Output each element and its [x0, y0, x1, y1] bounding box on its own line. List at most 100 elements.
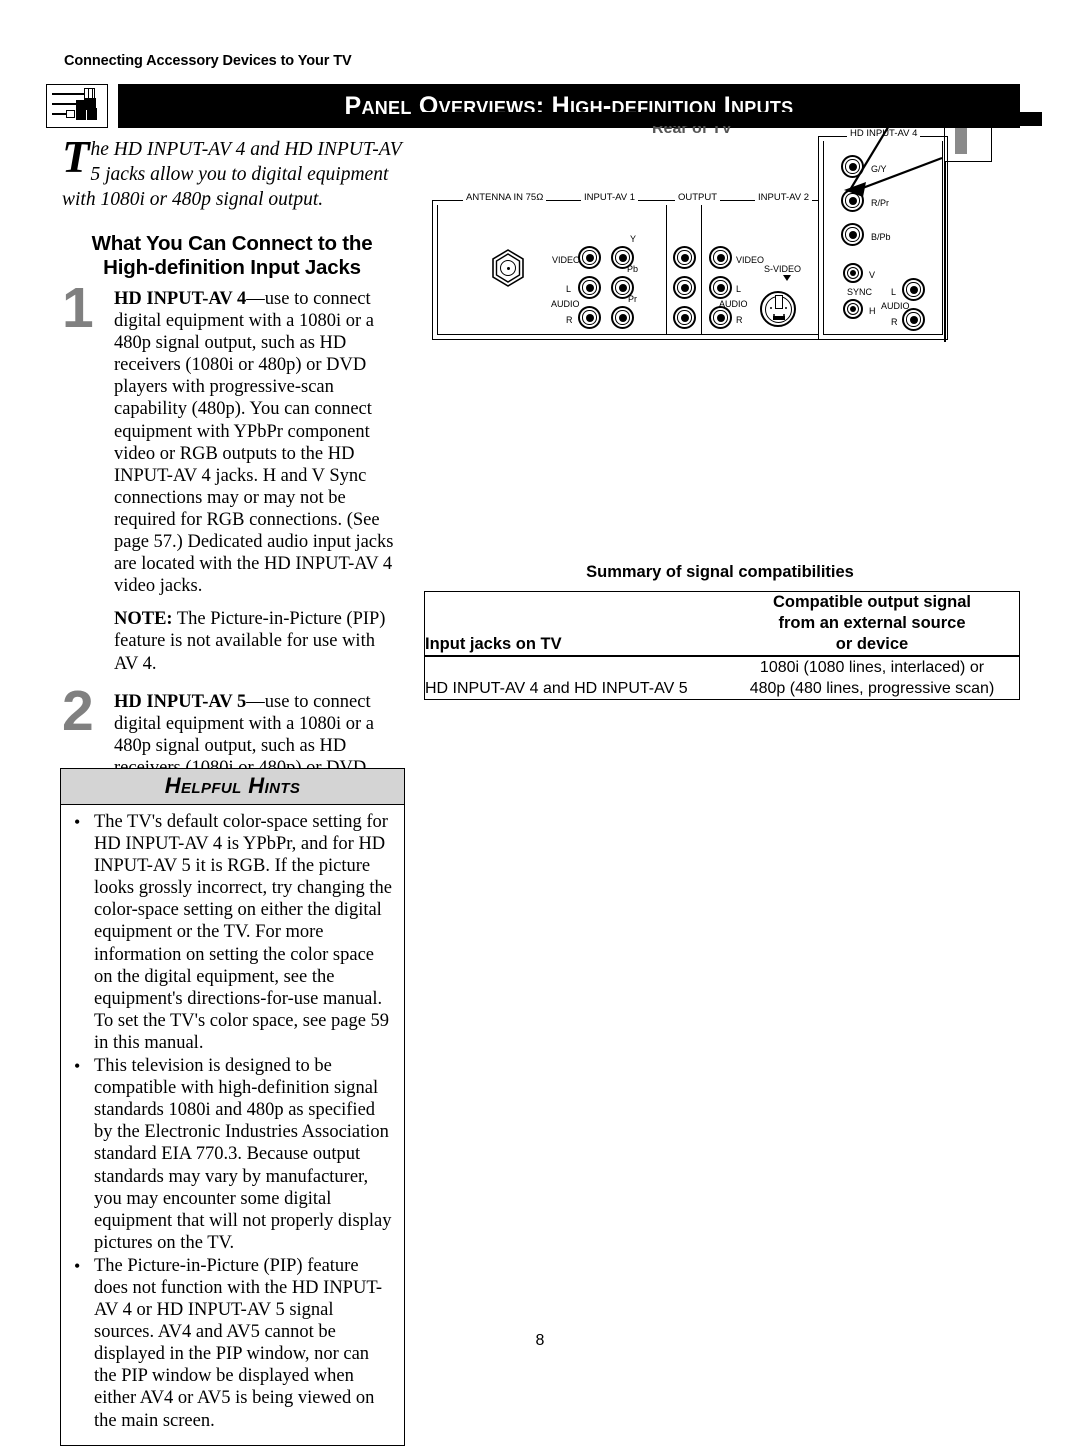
table-header-input-jacks: Input jacks on TV [424, 591, 725, 657]
svideo-arrow-icon [783, 275, 791, 281]
label-v: V [869, 270, 876, 280]
bullet-icon: • [74, 1255, 81, 1276]
rear-panel-diagram: Rear of TV ANTENNA IN 75Ω INPUT-AV 1 OUT… [418, 112, 1042, 368]
bullet-icon: • [74, 812, 81, 832]
table-header-row: Input jacks on TV Compatible output sign… [424, 591, 1020, 657]
page-number: 8 [535, 1332, 545, 1349]
section-heading-line2: High-definition Input Jacks [103, 256, 361, 279]
section-label-hd-av4: HD INPUT-AV 4 [847, 128, 921, 139]
signal-line-1: 1080i (1080 lines, interlaced) or [759, 659, 985, 676]
bullet-icon: • [74, 1056, 81, 1077]
jack-av1-audio-left [578, 276, 601, 299]
panel-divider [666, 205, 667, 335]
hint-item: • The TV's default color-space setting f… [71, 811, 392, 1054]
svideo-key [775, 295, 783, 309]
jack-output-video [673, 246, 696, 269]
label-rpr: R/Pr [871, 198, 889, 208]
label-left-av1: L [566, 284, 572, 294]
hint-item: • This television is designed to be comp… [71, 1055, 392, 1254]
signal-line-2: 480p (480 lines, progressive scan) [749, 680, 995, 697]
section-label-output: OUTPUT [675, 192, 721, 203]
section-heading-line1: What You Can Connect to the [91, 232, 373, 255]
section-label-input-av2: INPUT-AV 2 [755, 192, 813, 203]
label-audio-av4: AUDIO [881, 301, 910, 311]
jack-av2-video [709, 246, 732, 269]
jack-av4-rpr [841, 189, 864, 212]
signal-compatibility-table: Input jacks on TV Compatible output sign… [424, 591, 1020, 700]
hint-text: This television is designed to be compat… [94, 1056, 392, 1253]
table-row: HD INPUT-AV 4 and HD INPUT-AV 5 1080i (1… [425, 656, 1020, 700]
jack-av4-audio-right [902, 308, 925, 331]
table-cell-signal: 1080i (1080 lines, interlaced) or 480p (… [725, 656, 1020, 700]
step-note-1: NOTE: The Picture-in-Picture (PIP) featu… [114, 608, 402, 674]
cable-plug-open [66, 110, 75, 118]
step-text-1: —use to connect digital equipment with a… [114, 289, 394, 597]
jack-av4-hsync [843, 299, 863, 319]
jack-av4-gy [841, 155, 864, 178]
step-body-1: HD INPUT-AV 4—use to connect digital equ… [114, 288, 402, 597]
hint-text: The TV's default color-space setting for… [94, 812, 392, 1053]
jack-av4-vsync [843, 263, 863, 283]
table-caption: Summary of signal compatibilities [586, 563, 854, 581]
table-header-compatible-signal: Compatible output signal from an externa… [725, 591, 1020, 657]
jack-av4-bpb [841, 223, 864, 246]
label-gy: G/Y [871, 164, 887, 174]
cable-plug-small [76, 100, 84, 108]
intro-text: he HD INPUT-AV 4 and HD INPUT-AV 5 jacks… [62, 139, 402, 210]
header-line-3: or device [835, 635, 909, 653]
section-heading: What You Can Connect to the High-definit… [62, 232, 402, 280]
cable-row-3 [50, 108, 104, 120]
step-lead-2: HD INPUT-AV 5 [114, 691, 247, 712]
cable-line [52, 103, 78, 105]
jack-output-audio-left [673, 276, 696, 299]
hd-input-av5-stem [944, 162, 946, 342]
header-line-1: Compatible output signal [773, 593, 971, 611]
coax-pin [506, 266, 510, 270]
jack-av2-svideo [760, 291, 796, 327]
label-svideo: S-VIDEO [764, 264, 802, 274]
table-cell-jacks: HD INPUT-AV 4 and HD INPUT-AV 5 [425, 680, 688, 697]
header-line-2: from an external source [778, 614, 966, 632]
cable-plug-block-a [76, 108, 86, 120]
jack-av1-audio-right [578, 306, 601, 329]
jack-av1-pr [611, 306, 634, 329]
step-number-2: 2 [62, 678, 94, 743]
step-number-1: 1 [62, 276, 94, 340]
step-item-1: 1 HD INPUT-AV 4—use to connect digital e… [62, 280, 402, 675]
label-pr-av1: Pr [628, 294, 637, 304]
label-h: H [869, 306, 876, 316]
jack-av2-audio-right [709, 306, 732, 329]
label-bpb: B/Pb [871, 232, 891, 242]
drop-cap: T [62, 132, 90, 182]
av-cables-icon [46, 84, 108, 128]
section-label-input-av1: INPUT-AV 1 [581, 192, 639, 203]
db15-connector-icon [955, 128, 967, 154]
jack-output-audio-right [673, 306, 696, 329]
step-lead-1: HD INPUT-AV 4 [114, 289, 247, 309]
running-head: Connecting Accessory Devices to Your TV [64, 53, 352, 69]
jack-av1-video [578, 246, 601, 269]
intro-paragraph: The HD INPUT-AV 4 and HD INPUT-AV 5 jack… [62, 132, 402, 212]
label-video-av1: VIDEO [552, 255, 581, 265]
panel-divider [701, 205, 702, 335]
label-left-av2: L [736, 284, 742, 294]
hd-input-av4-panel: HD INPUT-AV 4 G/Y R/Pr B/Pb V SYNC H L A… [818, 128, 948, 340]
label-right-av4: R [891, 317, 898, 327]
note-label-1: NOTE: [114, 609, 173, 630]
label-sync: SYNC [847, 287, 873, 297]
label-right-av1: R [566, 315, 573, 325]
label-left-av4: L [891, 287, 897, 297]
antenna-coax-connector [491, 249, 525, 287]
helpful-hints-header: Helpful Hints [61, 769, 404, 805]
cable-plug-block-b [87, 108, 97, 120]
cable-line [52, 93, 86, 95]
jack-av2-audio-left [709, 276, 732, 299]
svideo-slot [773, 316, 785, 320]
label-right-av2: R [736, 315, 743, 325]
section-label-antenna: ANTENNA IN 75Ω [463, 192, 547, 203]
label-y-av1: Y [630, 234, 637, 244]
jack-av4-audio-left [902, 278, 925, 301]
label-pb-av1: Pb [627, 264, 639, 274]
label-audio-av1: AUDIO [551, 299, 580, 309]
label-video-av2: VIDEO [736, 255, 765, 265]
